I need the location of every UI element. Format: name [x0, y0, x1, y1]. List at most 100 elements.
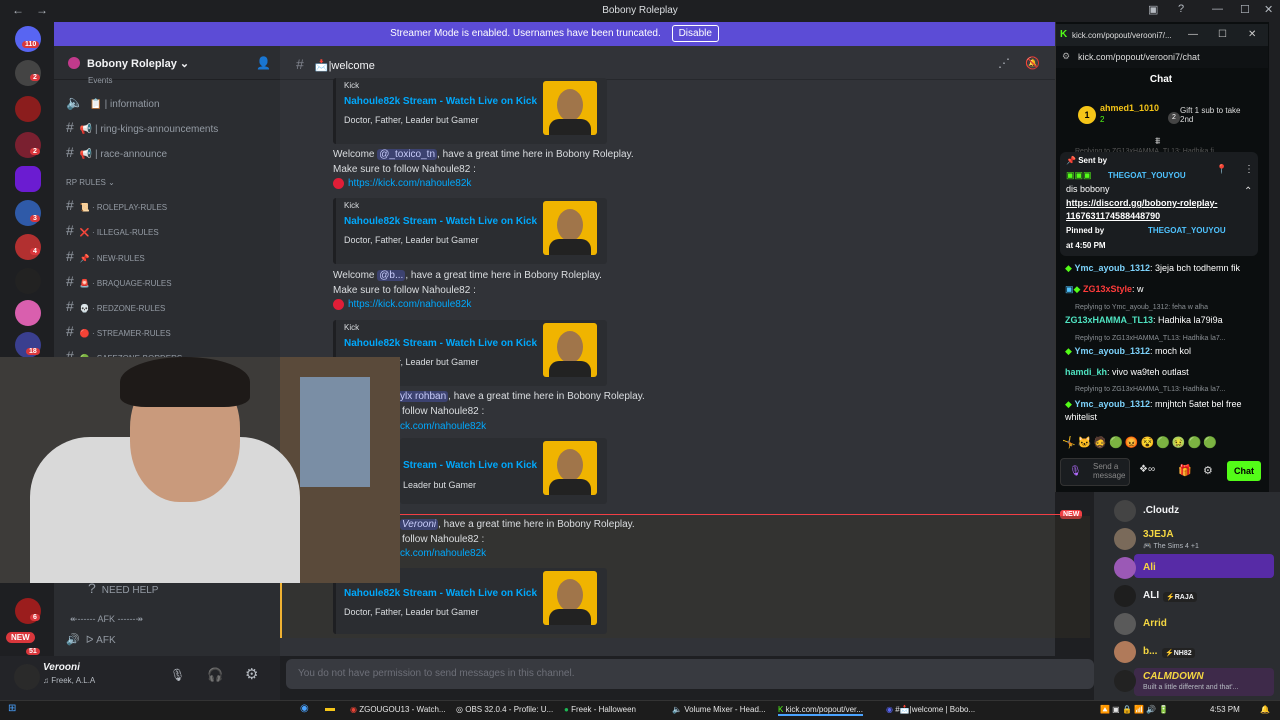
start-icon[interactable]: ⊞ [8, 703, 16, 714]
minimize-icon[interactable]: — [1188, 29, 1198, 40]
edge-icon[interactable]: ◉ [300, 703, 309, 714]
channel-information[interactable]: 🔈 📋 | information [66, 94, 160, 111]
top-gifter-name[interactable]: ahmed1_1010 [1100, 103, 1159, 113]
embed-title[interactable]: Nahoule82k Stream - Watch Live on Kick [344, 96, 537, 107]
avatar[interactable] [1114, 641, 1136, 663]
kick-address-bar[interactable]: ⚙ kick.com/popout/verooni7/chat [1056, 46, 1268, 68]
channel-braquage-rules[interactable]: # 🚨 · BRAQUAGE-RULES [66, 273, 172, 289]
embed-thumbnail[interactable] [543, 323, 597, 377]
pinned-user[interactable]: THEGOAT_YOUYOU [1108, 171, 1186, 180]
server-icon[interactable] [15, 268, 41, 294]
channel-roleplay-rules[interactable]: # 📜 · ROLEPLAY-RULES [66, 197, 167, 213]
gift-prompt[interactable]: Gift 1 sub to take 2nd [1180, 106, 1250, 124]
server-icon[interactable] [15, 60, 41, 86]
server-icon[interactable] [15, 234, 41, 260]
chat-username[interactable]: Ymc_ayoub_1312 [1074, 263, 1150, 273]
disable-button[interactable]: Disable [671, 25, 719, 42]
threads-icon[interactable]: ⋰ [998, 56, 1010, 70]
notification-icon[interactable]: 🔔 [1260, 705, 1270, 714]
emote-picker-icon[interactable]: ❖∞ [1139, 464, 1155, 475]
chat-send-button[interactable]: Chat [1227, 461, 1261, 481]
embed-title[interactable]: Stream - Watch Live on Kick [403, 460, 537, 471]
mute-bell-icon[interactable]: 🔕 [1025, 56, 1040, 70]
gift-icon[interactable]: 🎁 [1178, 464, 1192, 477]
channel-race-announce[interactable]: # 📢 | race-announce [66, 144, 167, 160]
help-icon[interactable]: ? [1178, 3, 1184, 15]
file-explorer-icon[interactable]: ▬ [325, 703, 335, 714]
taskbar-item-chrome[interactable]: ◉ ZGOUGOU13 - Watch... [350, 705, 446, 714]
clock[interactable]: 4:53 PM [1210, 705, 1240, 714]
emote-bar[interactable]: 🤸🐱🧔🟢😡😵🟢🤢🟢🟢 [1062, 436, 1219, 449]
channel-ring-kings[interactable]: # 📢 | ring-kings-announcements [66, 119, 218, 135]
channel-redzone-rules[interactable]: # 💀 · REDZONE-RULES [66, 298, 165, 314]
add-member-icon[interactable]: 👤 [256, 56, 271, 70]
message-link[interactable]: https://kick.com/nahoule82k [348, 178, 471, 189]
member-name[interactable]: CALMDOWN [1143, 671, 1204, 682]
events-label[interactable]: Events [88, 76, 112, 85]
embed-title[interactable]: Nahoule82k Stream - Watch Live on Kick [344, 338, 537, 349]
settings-gear-icon[interactable]: ⚙ [1203, 464, 1213, 477]
chat-username[interactable]: Ymc_ayoub_1312 [1074, 399, 1150, 409]
member-name[interactable]: 3JEJA [1143, 529, 1174, 540]
member-name[interactable]: Ali [1143, 562, 1156, 573]
chat-username[interactable]: ZG13xStyle [1083, 284, 1132, 294]
microphone-icon[interactable]: 🎙 [170, 668, 185, 682]
close-icon[interactable]: ✕ [1264, 3, 1273, 16]
avatar[interactable] [14, 664, 40, 690]
message-link[interactable]: ck.com/nahoule82k [400, 421, 486, 432]
server-icon[interactable] [15, 200, 41, 226]
avatar[interactable] [1114, 585, 1136, 607]
embed-title[interactable]: Nahoule82k Stream - Watch Live on Kick [344, 588, 537, 599]
taskbar-item-discord[interactable]: ◉ #📩|welcome | Bobo... [886, 705, 975, 714]
channel-streamer-rules[interactable]: # 🔴 · STREAMER-RULES [66, 323, 171, 339]
chat-username[interactable]: ZG13xHAMMA_TL13 [1065, 315, 1153, 325]
more-options-icon[interactable]: ⋮ [1244, 164, 1254, 175]
embed-thumbnail[interactable] [543, 201, 597, 255]
member-name[interactable]: ALI [1143, 590, 1159, 601]
taskbar-item-volume-mixer[interactable]: 🔈 Volume Mixer - Head... [672, 705, 766, 714]
microphone-icon[interactable]: 🎙 [1069, 466, 1082, 477]
channel-new-rules[interactable]: # 📌 · NEW-RULES [66, 248, 145, 264]
member-name[interactable]: .Cloudz [1143, 505, 1179, 516]
taskbar-item-obs[interactable]: ◎ OBS 32.0.4 - Profile: U... [456, 705, 553, 714]
category-rp-rules[interactable]: RP RULES ⌄ [66, 178, 115, 187]
pinned-by-user[interactable]: THEGOAT_YOUYOU [1148, 226, 1226, 235]
close-icon[interactable]: ✕ [1248, 29, 1256, 40]
avatar[interactable] [1114, 500, 1136, 522]
headphones-icon[interactable]: 🎧 [207, 667, 223, 683]
category-afk[interactable]: ↞------ AFK ------↠ [70, 614, 143, 625]
message-link[interactable]: https://kick.com/nahoule82k [348, 299, 471, 310]
user-mention[interactable]: ylx rohban [398, 391, 449, 402]
inbox-icon[interactable]: ▣ [1148, 3, 1158, 16]
maximize-icon[interactable]: ☐ [1240, 3, 1250, 16]
pin-icon[interactable]: 📍 [1216, 164, 1227, 175]
server-icon[interactable] [15, 300, 41, 326]
user-mention[interactable]: @_toxico_tn [377, 149, 438, 160]
taskbar-item-kick[interactable]: K kick.com/popout/ver... [778, 705, 863, 716]
guild-header[interactable]: Bobony Roleplay ⌄ [54, 46, 280, 80]
channel-illegal-rules[interactable]: # ❌ · ILLEGAL-RULES [66, 222, 159, 238]
taskbar-item-spotify[interactable]: ● Freek - Halloween [564, 705, 636, 714]
collapse-icon[interactable]: ⌃ [1244, 186, 1252, 197]
avatar[interactable] [1114, 557, 1136, 579]
tray-icons[interactable]: 🔼 ▣ 🔒 📶 🔊 🔋 [1100, 705, 1168, 714]
user-mention[interactable]: Verooni [400, 519, 439, 530]
minimize-icon[interactable]: — [1212, 3, 1223, 15]
server-icon-active[interactable] [15, 166, 41, 192]
chat-username[interactable]: Ymc_ayoub_1312 [1074, 346, 1150, 356]
embed-thumbnail[interactable] [543, 441, 597, 495]
voice-channel-afk[interactable]: 🔊 ᐅ AFK [66, 633, 116, 646]
maximize-icon[interactable]: ☐ [1218, 29, 1227, 40]
message-link[interactable]: ck.com/nahoule82k [400, 548, 486, 559]
discord-home-icon[interactable] [15, 26, 41, 52]
chat-username[interactable]: hamdi_kh [1065, 367, 1107, 377]
pinned-link[interactable]: https://discord.gg/bobony-roleplay-11676… [1066, 197, 1242, 223]
user-mention[interactable]: @b... [377, 270, 406, 281]
embed-thumbnail[interactable] [543, 571, 597, 625]
avatar[interactable] [1114, 670, 1136, 692]
avatar[interactable] [1114, 528, 1136, 550]
message-input[interactable]: You do not have permission to send messa… [286, 659, 1094, 689]
site-info-icon[interactable]: ⚙ [1062, 51, 1070, 62]
filter-icon[interactable]: ⩩ [1155, 136, 1160, 147]
server-icon[interactable] [15, 96, 41, 122]
